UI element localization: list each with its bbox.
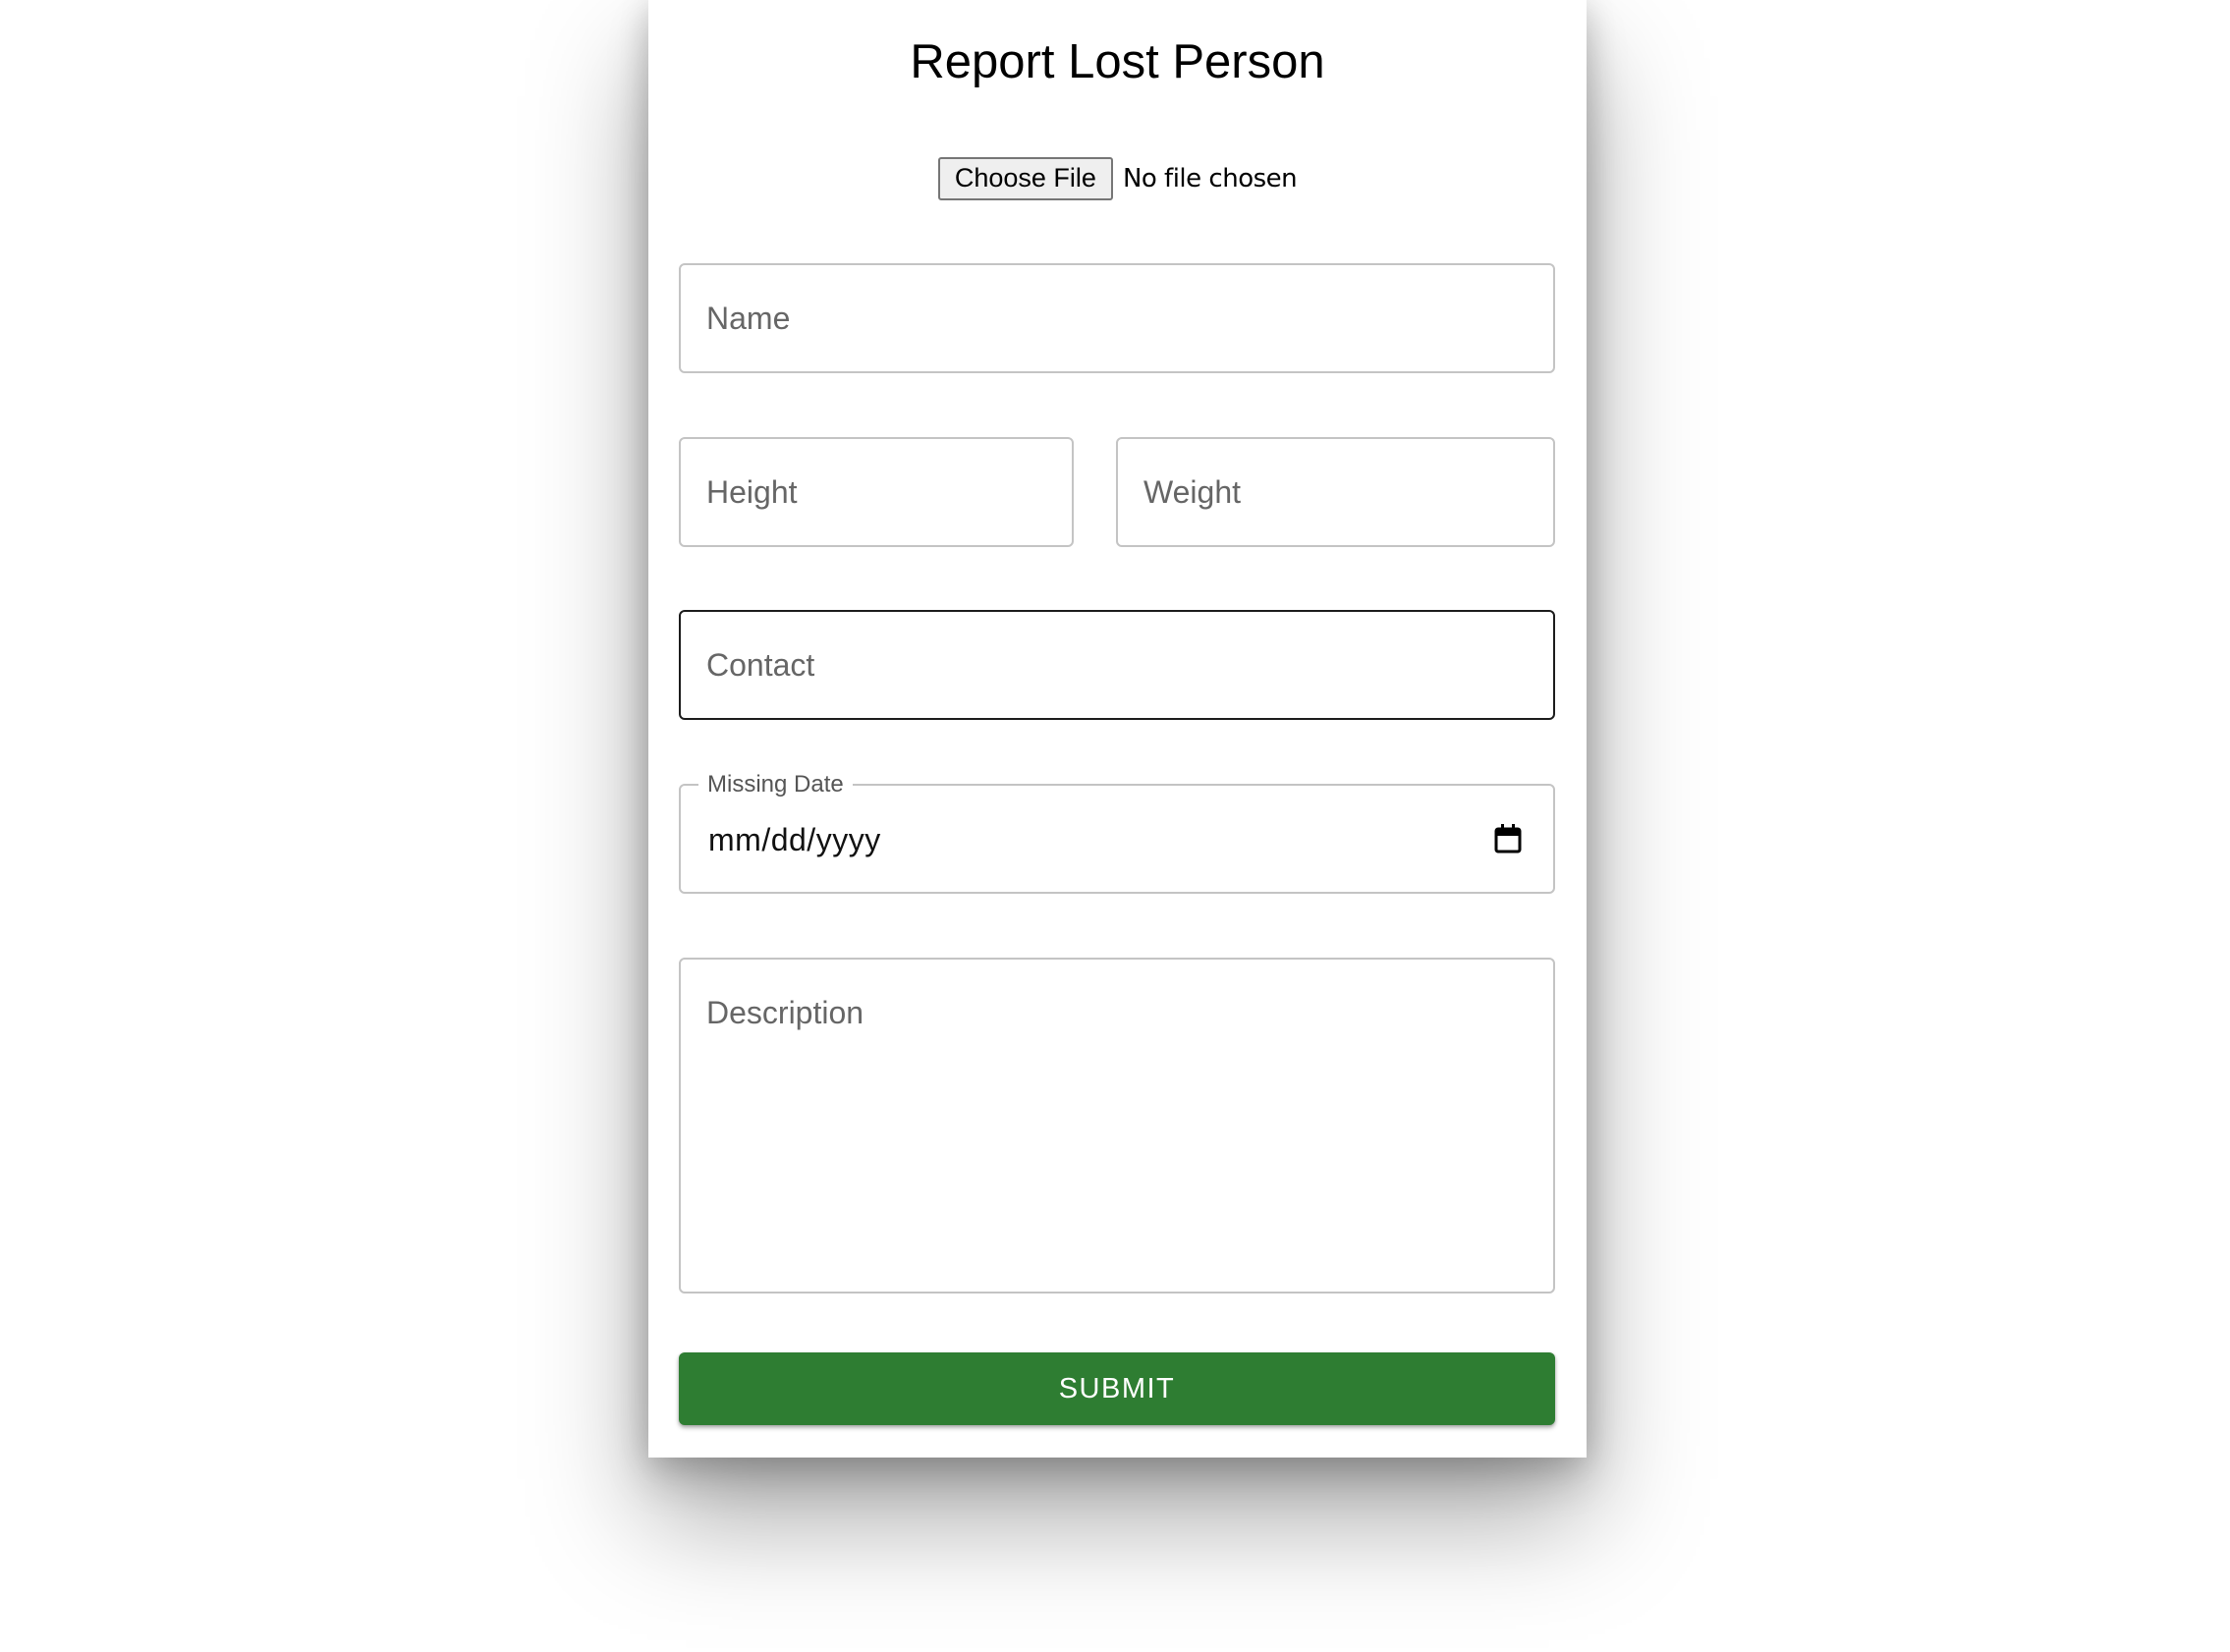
description-placeholder: Description <box>706 995 864 1030</box>
submit-button[interactable]: SUBMIT <box>679 1352 1555 1425</box>
name-field[interactable]: Name <box>679 263 1555 373</box>
weight-field[interactable]: Weight <box>1116 437 1555 547</box>
height-field[interactable]: Height <box>679 437 1074 547</box>
file-status: No file chosen <box>1122 164 1298 193</box>
description-field[interactable]: Description <box>679 958 1555 1294</box>
missing-date-value[interactable]: mm/dd/yyyy <box>708 822 881 857</box>
name-placeholder: Name <box>706 301 791 336</box>
missing-date-label: Missing Date <box>698 771 853 798</box>
height-placeholder: Height <box>706 474 798 510</box>
missing-date-field[interactable]: Missing Date mm/dd/yyyy <box>679 771 1555 894</box>
calendar-icon[interactable] <box>1494 824 1522 854</box>
file-upload[interactable]: Choose File No file chosen <box>648 157 1587 200</box>
weight-placeholder: Weight <box>1143 474 1242 510</box>
contact-placeholder: Contact <box>706 647 815 683</box>
choose-file-button[interactable]: Choose File <box>937 157 1113 200</box>
report-form-card: Report Lost Person Choose File No file c… <box>648 0 1587 1458</box>
contact-field[interactable]: Contact <box>679 610 1555 720</box>
page-title: Report Lost Person <box>910 35 1325 88</box>
